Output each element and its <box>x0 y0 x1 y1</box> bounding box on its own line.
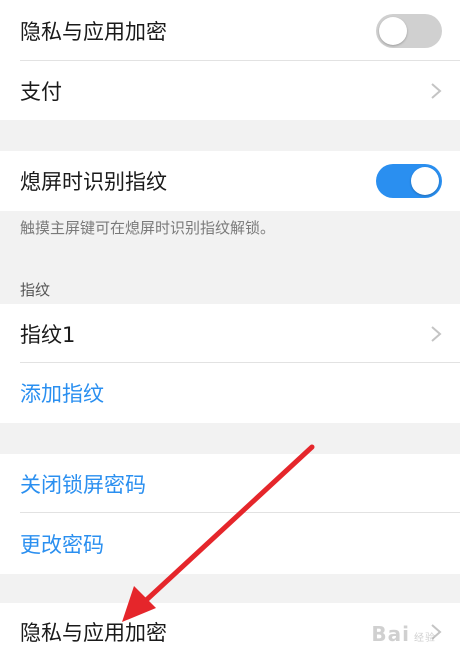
annotation-arrow-icon <box>122 444 315 622</box>
watermark-sub: 经验 <box>414 633 436 644</box>
watermark-text: Bai <box>371 622 410 646</box>
baidu-watermark: Bai 经验 <box>371 622 436 646</box>
